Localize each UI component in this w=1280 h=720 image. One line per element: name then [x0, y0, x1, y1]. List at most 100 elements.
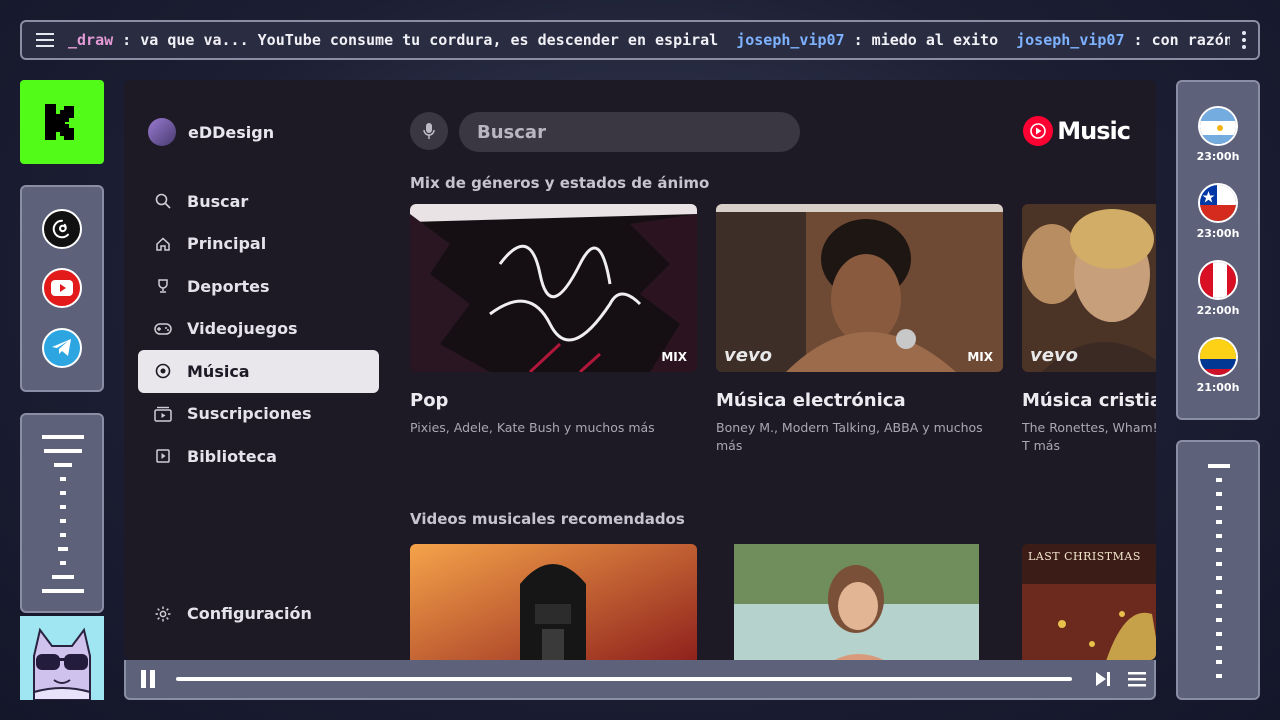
account-name: eDDesign [188, 122, 275, 142]
social-links-panel [20, 185, 104, 392]
sidebar-item-label: Principal [187, 234, 267, 254]
schedule-panel: 23:00h 23:00h 22:00h 21:00h [1176, 80, 1260, 420]
youtube-music-logo: Music [1023, 116, 1131, 146]
sidebar-item-label: Suscripciones [187, 404, 312, 424]
mix-card-electronica[interactable]: vevo MIX Música electrónica Boney M., Mo… [716, 204, 1003, 455]
more-options-icon[interactable] [1230, 22, 1258, 58]
progress-bar[interactable] [176, 677, 1072, 681]
card-title: Pop [410, 390, 449, 411]
chat-username: joseph_vip07 [736, 31, 845, 49]
chat-text: : miedo al exito [844, 31, 999, 49]
trophy-icon [154, 277, 172, 295]
video-card[interactable] [410, 544, 697, 660]
mix-card-pop[interactable]: MIX Pop Pixies, Adele, Kate Bush y mucho… [410, 204, 697, 437]
sidebar-item-musica[interactable]: Música [138, 350, 379, 393]
sidebar-item-biblioteca[interactable]: Biblioteca [138, 435, 379, 478]
thumbnail-art [410, 204, 697, 372]
home-icon [154, 235, 172, 253]
peru-flag-icon [1197, 260, 1238, 300]
schedule-time: 21:00h [1196, 381, 1240, 394]
schedule-item: 22:00h [1196, 260, 1240, 317]
schedule-item: 23:00h [1196, 106, 1240, 163]
chat-message: _draw : va que va... YouTube consume tu … [68, 31, 718, 49]
card-thumbnail: vevo [1022, 204, 1156, 372]
voice-search-button[interactable] [410, 112, 448, 150]
chat-message: joseph_vip07 : miedo al exito [736, 31, 998, 49]
threads-icon[interactable] [42, 208, 82, 249]
skip-next-icon [1096, 672, 1110, 686]
schedule-item: 21:00h [1196, 337, 1240, 394]
chat-username: joseph_vip07 [1016, 31, 1125, 49]
sidebar-item-videojuegos[interactable]: Videojuegos [138, 308, 379, 351]
gamepad-icon [154, 320, 172, 338]
chat-ticker: _draw : va que va... YouTube consume tu … [20, 20, 1260, 60]
search-icon [154, 192, 172, 210]
thumbnail-art [716, 544, 1003, 660]
card-thumbnail: MIX [410, 204, 697, 372]
card-subtitle: Boney M., Modern Talking, ABBA y muchos … [716, 420, 983, 453]
youtube-music-icon [1023, 116, 1054, 146]
equalizer-bars-icon [1208, 464, 1230, 678]
sidebar-item-label: Biblioteca [187, 446, 277, 466]
brand-name: Music [1057, 117, 1131, 145]
telegram-icon[interactable] [42, 328, 82, 369]
card-title: Música cristian [1022, 390, 1156, 411]
card-title: Música electrónica [716, 390, 906, 411]
sidebar-item-configuracion[interactable]: Configuración [154, 604, 312, 623]
card-thumbnail: vevo MIX [716, 204, 1003, 372]
chat-message: joseph_vip07 : con razón puso aja xd jaj… [1016, 31, 1230, 49]
sidebar-item-principal[interactable]: Principal [138, 223, 379, 266]
mix-card-cristiana[interactable]: vevo Música cristian The Ronettes, Wham!… [1022, 204, 1156, 455]
media-player-bar [124, 660, 1156, 700]
sidebar-item-buscar[interactable]: Buscar [138, 180, 379, 223]
chat-username: _draw [68, 31, 114, 49]
account-avatar [148, 118, 176, 146]
top-bar: Buscar Music [410, 112, 1131, 152]
video-thumb-text: LAST CHRISTMAS [1028, 550, 1141, 563]
sidebar-item-label: Buscar [187, 191, 249, 211]
sidebar: eDDesign Buscar Principal Deportes Video… [124, 80, 394, 660]
sidebar-item-label: Música [187, 361, 250, 381]
subscriptions-icon [154, 405, 172, 423]
chat-text: : va que va... YouTube consume tu cordur… [113, 31, 719, 49]
kick-k-icon [45, 104, 74, 140]
queue-button[interactable] [1120, 659, 1154, 699]
sidebar-item-suscripciones[interactable]: Suscripciones [138, 393, 379, 436]
vevo-label: vevo [1030, 345, 1079, 366]
search-placeholder: Buscar [477, 121, 546, 143]
schedule-item: 23:00h [1196, 183, 1240, 240]
sidebar-nav: Buscar Principal Deportes Videojuegos Mú… [138, 180, 379, 478]
sidebar-item-deportes[interactable]: Deportes [138, 265, 379, 308]
section-title: Videos musicales recomendados [410, 510, 685, 528]
schedule-time: 23:00h [1196, 227, 1240, 240]
search-input[interactable]: Buscar [459, 112, 800, 152]
account-switcher[interactable]: eDDesign [148, 118, 274, 146]
youtube-icon[interactable] [42, 268, 82, 309]
video-card[interactable] [716, 544, 1003, 660]
schedule-time: 22:00h [1196, 304, 1240, 317]
thumbnail-art [410, 544, 697, 660]
video-card[interactable]: LAST CHRISTMAS [1022, 544, 1156, 660]
audio-visualizer-left [20, 413, 104, 613]
mix-badge: MIX [967, 350, 993, 364]
hamburger-menu-icon[interactable] [22, 22, 68, 58]
next-track-button[interactable] [1086, 659, 1120, 699]
youtube-music-app: eDDesign Buscar Principal Deportes Video… [124, 80, 1156, 660]
queue-list-icon [1128, 672, 1146, 687]
cat-sunglasses-icon [20, 616, 104, 700]
microphone-icon [423, 123, 435, 139]
audio-visualizer-right [1176, 440, 1260, 700]
gear-icon [154, 605, 172, 623]
settings-label: Configuración [187, 604, 312, 623]
sidebar-item-label: Deportes [187, 276, 270, 296]
chat-messages: _draw : va que va... YouTube consume tu … [68, 31, 1230, 49]
card-thumbnail [716, 544, 1003, 660]
sidebar-item-label: Videojuegos [187, 319, 298, 339]
card-subtitle: Pixies, Adele, Kate Bush y muchos más [410, 420, 655, 435]
schedule-time: 23:00h [1196, 150, 1240, 163]
section-title: Mix de géneros y estados de ánimo [410, 174, 710, 192]
card-subtitle: The Ronettes, Wham!, T más [1022, 420, 1156, 453]
kick-logo [20, 80, 104, 164]
streamer-avatar [20, 616, 104, 700]
pause-button[interactable] [126, 659, 170, 699]
